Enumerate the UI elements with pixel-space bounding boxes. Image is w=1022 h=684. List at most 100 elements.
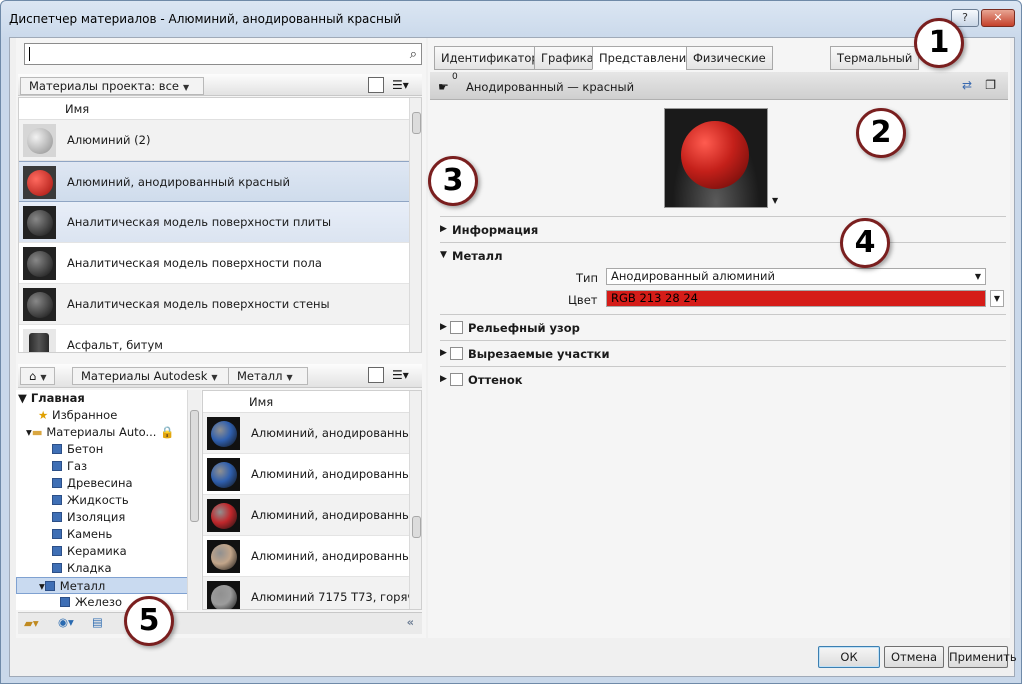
tree-label: Кладка — [67, 561, 112, 575]
library-list-scrollbar[interactable] — [409, 391, 421, 609]
list-item[interactable]: Аналитическая модель поверхности стены — [19, 284, 421, 325]
section-information[interactable]: ▶ Информация — [440, 216, 1006, 242]
tab-identity[interactable]: Идентификатор — [434, 46, 546, 70]
cutouts-checkbox[interactable] — [450, 347, 463, 360]
toggle-panel-icon[interactable] — [368, 367, 384, 383]
tree-label: Главная — [30, 391, 85, 405]
tree-label: Избранное — [51, 408, 118, 422]
tab-thermal[interactable]: Термальный — [830, 46, 920, 70]
asset-browser-icon[interactable]: ▤ — [92, 615, 103, 629]
tree-item[interactable]: Кладка — [16, 560, 201, 577]
type-dropdown[interactable]: Анодированный алюминий ▼ — [606, 268, 986, 285]
material-name: Асфальт, битум — [67, 338, 163, 352]
list-item[interactable]: Асфальт, битум — [19, 325, 421, 352]
scrollbar-thumb[interactable] — [190, 410, 199, 522]
close-button[interactable]: ✕ — [981, 9, 1015, 27]
replace-asset-icon[interactable]: ⇄ — [962, 78, 972, 92]
section-tint[interactable]: ▶ Оттенок — [440, 366, 1006, 392]
tree-item[interactable]: Керамика — [16, 543, 201, 560]
title-bar[interactable]: Диспетчер материалов - Алюминий, анодиро… — [1, 1, 1021, 37]
list-item[interactable]: Алюминий (2) — [19, 120, 421, 161]
project-toolbar: Материалы проекта: все ▼ ☰▾ — [18, 74, 422, 96]
breadcrumb-metal[interactable]: Металл ▼ — [228, 367, 308, 385]
scrollbar-thumb[interactable] — [412, 112, 421, 134]
list-item[interactable]: Алюминий, анодированный — [203, 495, 421, 536]
material-preview[interactable] — [664, 108, 768, 208]
scrollbar-thumb[interactable] — [412, 516, 421, 538]
list-item[interactable]: Алюминий, анодированный — [203, 454, 421, 495]
project-scrollbar[interactable] — [409, 98, 421, 352]
section-title[interactable]: Металл — [452, 249, 503, 263]
tree-item[interactable]: Бетон — [16, 441, 201, 458]
view-options-icon[interactable]: ☰▾ — [392, 368, 409, 382]
collapse-icon[interactable]: ▼ — [440, 250, 447, 260]
cancel-button[interactable]: Отмена — [884, 646, 944, 668]
expand-icon: ▶ — [440, 224, 447, 234]
asset-header: ☛ 0 Анодированный — красный ⇄ ❐ — [430, 72, 1008, 100]
tint-checkbox[interactable] — [450, 373, 463, 386]
tree-label: Древесина — [67, 476, 133, 490]
tree-item-home[interactable]: ▼ Главная — [16, 390, 201, 407]
color-label: Цвет — [568, 293, 598, 307]
home-button[interactable]: ⌂ ▼ — [20, 367, 56, 385]
tab-physical[interactable]: Физические параметры — [686, 46, 773, 87]
library-folder-icon[interactable]: ▰▾ — [24, 616, 39, 630]
preview-sphere — [681, 121, 749, 189]
breadcrumb-autodesk[interactable]: Материалы Autodesk ▼ — [72, 367, 233, 385]
list-item[interactable]: Аналитическая модель поверхности пола — [19, 243, 421, 284]
tab-appearance[interactable]: Представление — [592, 46, 701, 70]
search-icon[interactable]: ⌕ — [410, 47, 417, 62]
tree-item-autodesk[interactable]: ▾▬ Материалы Auto... 🔒 — [16, 424, 201, 441]
tree-item[interactable]: Жидкость — [16, 492, 201, 509]
sphere-thumbnail — [211, 421, 237, 447]
breadcrumb-label: Металл — [237, 369, 283, 383]
material-name: Аналитическая модель поверхности пола — [67, 256, 322, 270]
material-name: Алюминий (2) — [67, 133, 151, 147]
material-swatch — [207, 540, 240, 573]
project-filter-dropdown[interactable]: Материалы проекта: все ▼ — [20, 77, 205, 95]
toggle-panel-icon[interactable] — [368, 77, 384, 93]
tree-item[interactable]: Газ — [16, 458, 201, 475]
tree-item-favorites[interactable]: ★ Избранное — [16, 407, 201, 424]
apply-button[interactable]: Применить — [948, 646, 1017, 668]
list-item[interactable]: Аналитическая модель поверхности плиты — [19, 202, 421, 243]
tree-item[interactable]: Древесина — [16, 475, 201, 492]
category-icon — [60, 597, 70, 607]
tree-label: Железо — [75, 595, 123, 609]
tree-item-metal-selected[interactable]: ▾ Металл — [16, 577, 201, 594]
tree-item[interactable]: Камень — [16, 526, 201, 543]
section-cutouts[interactable]: ▶ Вырезаемые участки — [440, 340, 1006, 366]
ok-button[interactable]: ОК — [818, 646, 880, 668]
sphere-thumbnail — [211, 544, 237, 570]
window-title: Диспетчер материалов - Алюминий, анодиро… — [9, 12, 402, 26]
column-header-name[interactable]: Имя — [203, 391, 421, 413]
category-icon — [52, 461, 62, 471]
list-item[interactable]: Алюминий, анодированный — [203, 536, 421, 577]
asset-name: Анодированный — красный — [466, 80, 635, 94]
color-swatch-field[interactable]: RGB 213 28 24 — [606, 290, 986, 307]
tree-item[interactable]: Железо — [16, 594, 201, 610]
search-input[interactable]: ⌕ — [24, 43, 422, 65]
column-header-name[interactable]: Имя — [19, 98, 421, 120]
tree-item[interactable]: Изоляция — [16, 509, 201, 526]
section-title: Оттенок — [468, 373, 523, 387]
color-dropdown-button[interactable]: ▼ — [990, 290, 1004, 307]
list-item[interactable]: Алюминий, анодированный — [203, 413, 421, 454]
section-relief[interactable]: ▶ Рельефный узор — [440, 314, 1006, 340]
collapse-icon[interactable]: « — [407, 615, 414, 629]
tree-scrollbar[interactable] — [187, 390, 201, 610]
tree-label: Керамика — [67, 544, 127, 558]
create-material-icon[interactable]: ◉▾ — [58, 615, 74, 629]
duplicate-asset-icon[interactable]: ❐ — [985, 78, 996, 92]
preview-options-icon[interactable]: ▼ — [772, 196, 778, 205]
list-item[interactable]: Алюминий 7175 T73, горячей — [203, 577, 421, 609]
relief-checkbox[interactable] — [450, 321, 463, 334]
expand-icon: ▶ — [440, 322, 447, 332]
category-icon — [44, 581, 55, 591]
view-options-icon[interactable]: ☰▾ — [392, 78, 409, 92]
browser-pane: ⌕ Материалы проекта: все ▼ ☰▾ Имя Алюмини… — [16, 38, 426, 638]
callout-badge-1: 1 — [914, 18, 964, 68]
star-icon: ★ — [38, 408, 49, 422]
list-item-selected[interactable]: Алюминий, анодированный красный — [19, 161, 421, 202]
tab-graphics[interactable]: Графика — [534, 46, 601, 70]
